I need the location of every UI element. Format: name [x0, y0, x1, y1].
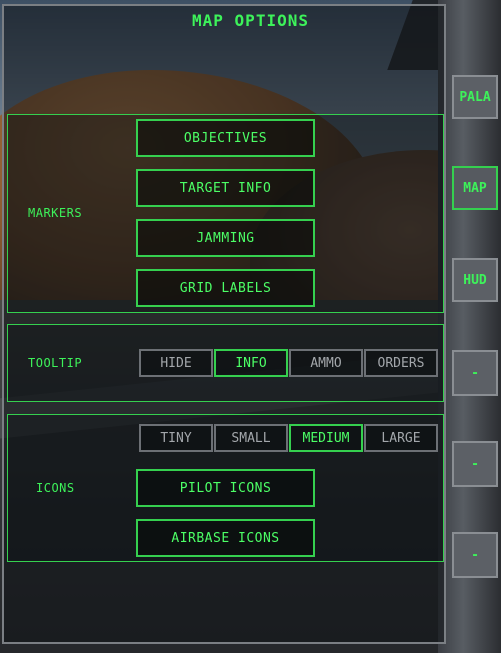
- jamming-button[interactable]: JAMMING: [136, 219, 315, 257]
- tooltip-ammo-option[interactable]: AMMO: [289, 349, 363, 377]
- tooltip-hide-option[interactable]: HIDE: [139, 349, 213, 377]
- airbase-icons-button[interactable]: AIRBASE ICONS: [136, 519, 315, 557]
- tab-hud[interactable]: HUD: [452, 258, 498, 302]
- pilot-icons-button[interactable]: PILOT ICONS: [136, 469, 315, 507]
- tab-empty-3[interactable]: -: [452, 532, 498, 578]
- tab-pala[interactable]: PALA: [452, 75, 498, 119]
- target-info-button[interactable]: TARGET INFO: [136, 169, 315, 207]
- tooltip-label: TOOLTIP: [28, 356, 83, 370]
- grid-labels-button[interactable]: GRID LABELS: [136, 269, 315, 307]
- tab-map[interactable]: MAP: [452, 166, 498, 210]
- icons-label: ICONS: [36, 481, 75, 495]
- panel-title: MAP OPTIONS: [192, 11, 309, 30]
- objectives-button[interactable]: OBJECTIVES: [136, 119, 315, 157]
- tooltip-orders-option[interactable]: ORDERS: [364, 349, 438, 377]
- tab-empty-1[interactable]: -: [452, 350, 498, 396]
- tab-empty-2[interactable]: -: [452, 441, 498, 487]
- icon-size-small-option[interactable]: SMALL: [214, 424, 288, 452]
- icon-size-tiny-option[interactable]: TINY: [139, 424, 213, 452]
- icon-size-large-option[interactable]: LARGE: [364, 424, 438, 452]
- tooltip-info-option[interactable]: INFO: [214, 349, 288, 377]
- markers-label: MARKERS: [28, 206, 83, 220]
- icon-size-medium-option[interactable]: MEDIUM: [289, 424, 363, 452]
